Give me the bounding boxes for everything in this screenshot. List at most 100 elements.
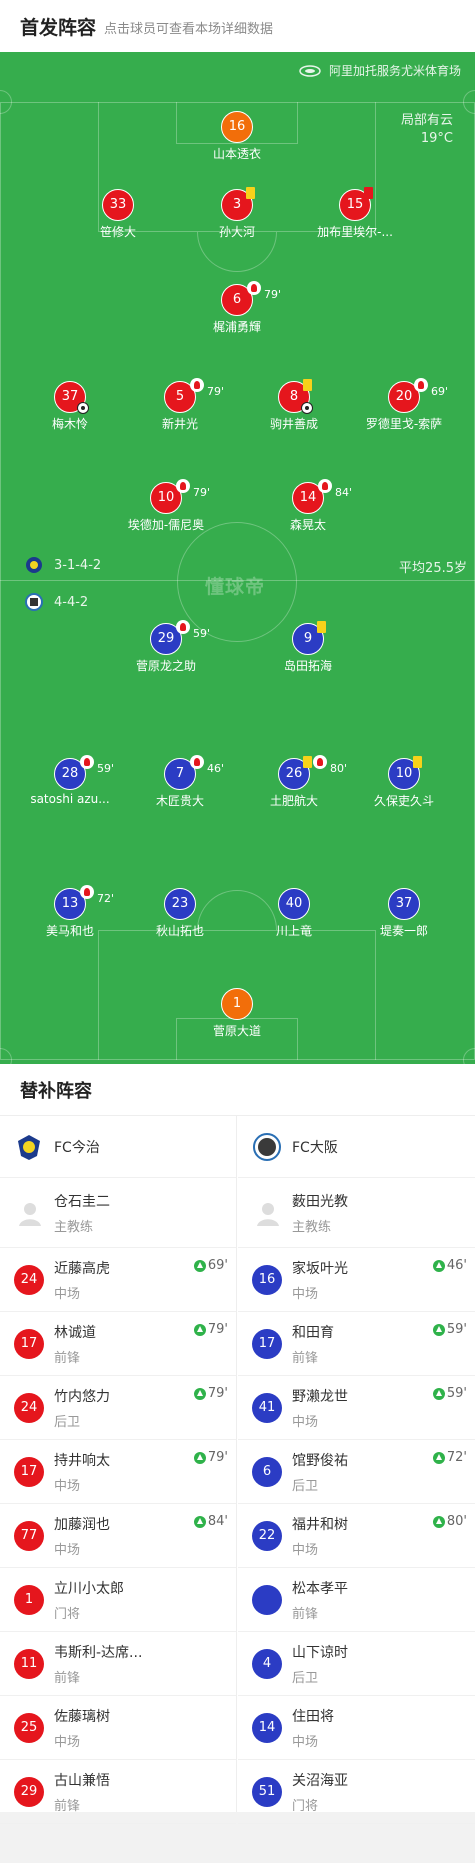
player-marker[interactable]: 10 79' 埃德加-儒尼奥 <box>106 479 226 533</box>
weather-condition: 局部有云 <box>400 113 453 128</box>
player-name: 菅原大道 <box>212 1024 261 1038</box>
player-name: 罗德里戈-索萨 <box>365 417 443 431</box>
player-marker[interactable]: 20 69' 罗德里戈-索萨 <box>344 378 464 432</box>
substituted-in: 84' <box>193 1514 228 1529</box>
player-marker[interactable]: 23 秋山拓也 <box>120 888 240 939</box>
player-marker[interactable]: 1 菅原大道 <box>177 988 297 1039</box>
substituted-in-icon <box>193 1515 206 1528</box>
substitution-minute: 79' <box>207 385 225 398</box>
player-number-badge: 10 <box>388 756 422 790</box>
sub-player-row[interactable]: 29 古山兼悟 前锋 <box>0 1760 236 1824</box>
sub-player-row[interactable]: 41 野濑龙世 中场 59' <box>238 1376 475 1440</box>
player-marker[interactable]: 14 84' 森晃太 <box>248 479 368 533</box>
sub-player-row[interactable]: 51 关沼海亚 门将 <box>238 1760 475 1824</box>
substituted-in: 46' <box>432 1258 467 1273</box>
sub-player-name: 加藤润也 <box>54 1516 110 1533</box>
substituted-in-icon <box>432 1259 445 1272</box>
player-name: 木匠贵大 <box>155 794 204 808</box>
player-name: 土肥航大 <box>269 794 318 808</box>
player-marker[interactable]: 37 梅木怜 <box>10 381 130 432</box>
fc-imabari-logo-icon <box>18 1134 40 1160</box>
sub-player-info: 立川小太郎 门将 <box>54 1578 124 1622</box>
player-number-badge: 15 <box>339 187 373 221</box>
sub-player-position: 中场 <box>54 1734 81 1750</box>
player-marker[interactable]: 7 46' 木匠贵大 <box>120 755 240 809</box>
sub-player-info: 关沼海亚 门将 <box>292 1770 348 1814</box>
away-formation: 4-4-2 <box>24 592 88 612</box>
player-marker[interactable]: 33 笹修大 <box>58 189 178 240</box>
substituted-in: 80' <box>432 1514 467 1529</box>
substitution-in-minute: 69' <box>207 1258 228 1273</box>
sub-player-position: 门将 <box>292 1798 319 1814</box>
home-coach-row[interactable]: 仓石圭二 主教练 <box>0 1178 236 1248</box>
sub-player-row[interactable]: 4 山下谅时 后卫 <box>238 1632 475 1696</box>
player-marker[interactable]: 8 驹井善成 <box>234 379 354 432</box>
sub-number-badge: 1 <box>14 1584 44 1615</box>
player-marker[interactable]: 15 加布里埃尔-... <box>295 187 415 240</box>
player-marker[interactable]: 10 久保吏久斗 <box>344 756 464 809</box>
sub-number-badge: 16 <box>252 1264 282 1295</box>
sub-player-row[interactable]: 17 和田育 前锋 59' <box>238 1312 475 1376</box>
substitution-minute: 59' <box>193 627 211 640</box>
substituted-off-icon <box>176 479 190 493</box>
player-marker[interactable]: 6 79' 梶浦勇輝 <box>177 281 297 335</box>
sub-player-info: 馆野俊祐 后卫 <box>292 1450 348 1494</box>
player-marker[interactable]: 5 79' 新井光 <box>120 378 240 432</box>
sub-player-row[interactable]: 24 近藤高虎 中场 69' <box>0 1248 236 1312</box>
player-name: 加布里埃尔-... <box>317 225 393 239</box>
sub-player-info: 持井响太 中场 <box>54 1450 110 1494</box>
sub-player-row[interactable]: 松本孝平 前锋 <box>238 1568 475 1632</box>
sub-number-badge: 41 <box>252 1392 282 1423</box>
sub-player-name: 山下谅时 <box>292 1644 348 1661</box>
home-team-name: FC今治 <box>54 1139 100 1156</box>
fc-imabari-logo-icon <box>26 557 42 573</box>
sub-player-info: 林诚道 前锋 <box>54 1322 96 1366</box>
sub-player-info: 加藤润也 中场 <box>54 1514 110 1558</box>
sub-player-name: 松本孝平 <box>292 1580 348 1597</box>
weather-temperature: 19°C <box>420 131 453 146</box>
player-number-badge: 14 84' <box>292 479 352 514</box>
player-marker[interactable]: 37 堤奏一郎 <box>344 888 464 939</box>
player-marker[interactable]: 29 59' 菅原龙之助 <box>106 620 226 674</box>
away-team-row[interactable]: FC大阪 <box>238 1116 475 1178</box>
substitution-in-minute: 79' <box>207 1322 228 1337</box>
player-marker[interactable]: 13 72' 美马和也 <box>10 885 130 939</box>
sub-number-badge: 6 <box>252 1456 282 1487</box>
player-marker[interactable]: 16 山本透衣 <box>177 111 297 162</box>
sub-player-row[interactable]: 77 加藤润也 中场 84' <box>0 1504 236 1568</box>
sub-player-row[interactable]: 22 福井和树 中场 80' <box>238 1504 475 1568</box>
home-formation: 3-1-4-2 <box>24 555 101 575</box>
sub-player-name: 馆野俊祐 <box>292 1452 348 1469</box>
player-marker[interactable]: 3 孙大河 <box>177 187 297 240</box>
substitution-minute: 69' <box>431 385 449 398</box>
player-name: 笹修大 <box>99 225 136 239</box>
sub-player-row[interactable]: 14 住田将 中场 <box>238 1696 475 1760</box>
player-number-badge: 1 <box>221 988 253 1020</box>
substituted-in: 59' <box>432 1322 467 1337</box>
player-marker[interactable]: 26 80' 土肥航大 <box>234 755 354 809</box>
sub-player-row[interactable]: 6 馆野俊祐 后卫 72' <box>238 1440 475 1504</box>
sub-player-row[interactable]: 24 竹内悠力 后卫 79' <box>0 1376 236 1440</box>
sub-player-position: 前锋 <box>292 1606 319 1622</box>
sub-player-name: 近藤高虎 <box>54 1260 110 1277</box>
sub-player-row[interactable]: 17 林诚道 前锋 79' <box>0 1312 236 1376</box>
substituted-off-icon <box>190 755 204 769</box>
home-subs-column: FC今治 仓石圭二 主教练 24 近藤高虎 中场 69' 17 林诚道 前锋 79' 24 竹内悠… <box>0 1116 237 1824</box>
sub-player-position: 中场 <box>292 1734 319 1750</box>
sub-player-name: 竹内悠力 <box>54 1388 110 1405</box>
substitution-in-minute: 79' <box>207 1386 228 1401</box>
sub-player-row[interactable]: 11 韦斯利-达席... 前锋 <box>0 1632 236 1696</box>
home-coach-role: 主教练 <box>54 1219 94 1235</box>
player-marker[interactable]: 40 川上竜 <box>234 888 354 939</box>
player-marker[interactable]: 28 59' satoshi azu... <box>10 755 130 806</box>
sub-number-badge: 17 <box>14 1328 44 1359</box>
sub-player-row[interactable]: 16 家坂叶光 中场 46' <box>238 1248 475 1312</box>
goal-ball-icon <box>77 402 89 414</box>
sub-player-row[interactable]: 17 持井响太 中场 79' <box>0 1440 236 1504</box>
player-marker[interactable]: 9 岛田拓海 <box>248 621 368 674</box>
sub-player-row[interactable]: 1 立川小太郎 门将 <box>0 1568 236 1632</box>
away-coach-row[interactable]: 薮田光教 主教练 <box>238 1178 475 1248</box>
sub-player-row[interactable]: 25 佐藤璃树 中场 <box>0 1696 236 1760</box>
home-team-row[interactable]: FC今治 <box>0 1116 236 1178</box>
sub-player-info: 野濑龙世 中场 <box>292 1386 348 1430</box>
